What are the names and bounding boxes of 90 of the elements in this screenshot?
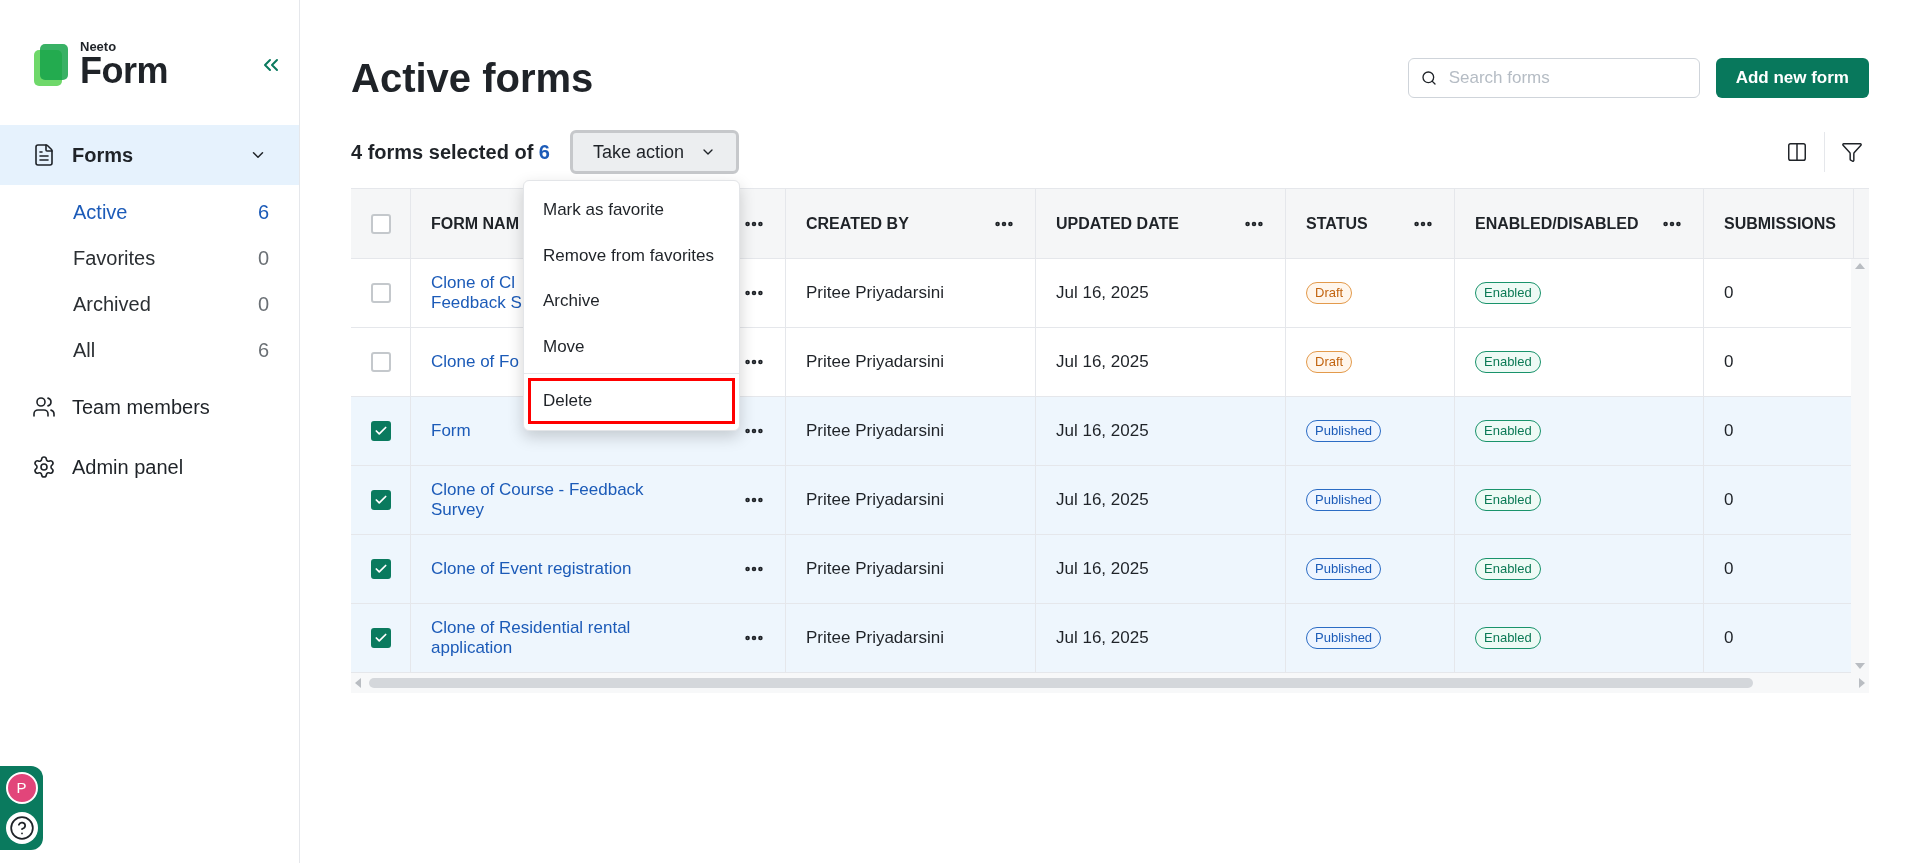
check-icon	[373, 493, 388, 507]
logo-subtitle: Neeto	[80, 40, 118, 53]
status-badge: Published	[1306, 558, 1382, 580]
column-title: UPDATED DATE	[1056, 213, 1179, 234]
table-cell-text: 0	[1724, 489, 1734, 512]
count: 6	[257, 338, 269, 363]
nav-subitem[interactable]: Active 6	[0, 189, 299, 235]
status-badge: Draft	[1306, 282, 1353, 304]
nav-subitem-label: Archived	[73, 292, 151, 317]
nav-label: Admin panel	[72, 455, 185, 480]
user-avatar[interactable]: P	[5, 772, 38, 804]
check-icon	[373, 631, 388, 645]
checkbox[interactable]	[370, 559, 391, 579]
form-name-link[interactable]: Form	[431, 421, 471, 441]
checkbox[interactable]	[370, 352, 391, 372]
menu-item[interactable]: Remove from favorites	[528, 232, 735, 278]
table-cell-text: Jul 16, 2025	[1056, 420, 1149, 443]
nav-subitem-label: Active	[73, 200, 128, 225]
table-cell-text: Jul 16, 2025	[1056, 489, 1149, 512]
settings-icon	[32, 455, 56, 479]
nav-item[interactable]: Forms	[0, 125, 299, 185]
add-form-button[interactable]: Add new form	[1715, 58, 1869, 98]
nav-subitem-label: All	[73, 338, 96, 363]
menu-item[interactable]: Archive	[528, 278, 735, 324]
checkbox[interactable]	[370, 421, 391, 441]
logo-title: Form	[80, 53, 168, 89]
nav-subitem[interactable]: Favorites 0	[0, 235, 299, 281]
selection-summary: 4 forms selected of 6	[351, 140, 550, 165]
table-cell-text: Pritee Priyadarsini	[806, 351, 944, 374]
take-action-button[interactable]: Take action	[570, 130, 740, 174]
table-cell-text: Pritee Priyadarsini	[806, 627, 944, 650]
status-badge: Enabled	[1475, 351, 1541, 373]
search-icon	[1420, 70, 1437, 86]
table-cell-text: 0	[1724, 558, 1734, 581]
page-title: Active forms	[351, 55, 594, 102]
help-icon[interactable]	[5, 812, 38, 844]
count: 6	[257, 200, 269, 225]
table-cell-text: 0	[1724, 282, 1734, 305]
count: 0	[257, 246, 269, 271]
menu-item[interactable]: Move	[528, 323, 735, 369]
table-cell-text: Pritee Priyadarsini	[806, 282, 944, 305]
table-cell-text: Jul 16, 2025	[1056, 558, 1149, 581]
form-name-link[interactable]: Clone of Fo	[431, 352, 519, 372]
count: 0	[257, 292, 269, 317]
table-cell-text: 0	[1724, 627, 1734, 650]
table-cell-text: Pritee Priyadarsini	[806, 558, 944, 581]
nav-subitem-label: Favorites	[73, 246, 156, 271]
column-title: ENABLED/DISABLED	[1475, 213, 1639, 234]
menu-item[interactable]: Mark as favorite	[528, 187, 735, 233]
people-icon	[32, 395, 56, 419]
column-title: FORM NAM	[431, 213, 519, 234]
column-title: SUBMISSIONS	[1724, 213, 1836, 234]
filter-icon	[1841, 141, 1863, 163]
table-cell-text: Jul 16, 2025	[1056, 351, 1149, 374]
status-badge: Enabled	[1475, 558, 1541, 580]
check-icon	[373, 562, 388, 576]
column-title: STATUS	[1306, 213, 1368, 234]
status-badge: Enabled	[1475, 489, 1541, 511]
checkbox[interactable]	[370, 628, 391, 648]
table-cell-text: Pritee Priyadarsini	[806, 420, 944, 443]
status-badge: Enabled	[1475, 420, 1541, 442]
table-cell-text: 0	[1724, 351, 1734, 374]
nav-label: Forms	[72, 143, 135, 168]
status-badge: Enabled	[1475, 627, 1541, 649]
status-badge: Published	[1306, 627, 1382, 649]
checkbox[interactable]	[370, 490, 391, 510]
form-name-link[interactable]: Clone of Cl Feedback S	[431, 273, 522, 313]
table-cell-text: Jul 16, 2025	[1056, 282, 1149, 305]
nav-label: Team members	[72, 395, 211, 420]
table-cell-text: Jul 16, 2025	[1056, 627, 1149, 650]
table-cell-text: 0	[1724, 420, 1734, 443]
nav-subitem[interactable]: Archived 0	[0, 281, 299, 327]
columns-icon	[1786, 141, 1808, 163]
table-cell-text: Pritee Priyadarsini	[806, 489, 944, 512]
logo-icon	[34, 43, 70, 86]
checkbox[interactable]	[370, 213, 391, 234]
form-name-link[interactable]: Clone of Event registration	[431, 559, 632, 579]
status-badge: Published	[1306, 489, 1382, 511]
status-badge: Draft	[1306, 351, 1353, 373]
checkbox[interactable]	[370, 283, 391, 303]
status-badge: Published	[1306, 420, 1382, 442]
check-icon	[373, 424, 388, 438]
form-name-link[interactable]: Clone of Course - Feedback Survey	[431, 480, 644, 520]
form-name-link[interactable]: Clone of Residential rental application	[431, 618, 631, 658]
search-field[interactable]: Search forms	[1407, 58, 1700, 98]
menu-item[interactable]: Delete	[528, 378, 735, 424]
column-title: CREATED BY	[806, 213, 909, 234]
nav-subitem[interactable]: All 6	[0, 327, 299, 373]
status-badge: Enabled	[1475, 282, 1541, 304]
document-icon	[32, 143, 56, 167]
